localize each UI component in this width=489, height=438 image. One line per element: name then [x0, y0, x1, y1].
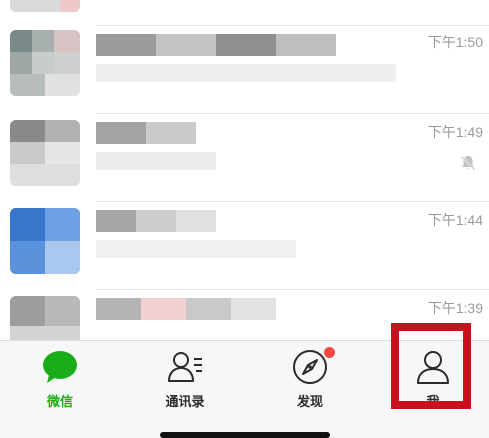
table-row[interactable]: 下午1:49 — [0, 114, 489, 202]
bell-off-icon — [460, 155, 476, 171]
tab-contacts[interactable]: 通讯录 — [135, 347, 235, 417]
avatar — [10, 0, 80, 12]
message-preview-blurred — [96, 152, 216, 170]
contact-name-blurred — [96, 210, 216, 232]
avatar — [10, 120, 80, 186]
chat-row-partial[interactable] — [0, 0, 489, 26]
tab-label: 通讯录 — [165, 394, 205, 409]
avatar — [10, 30, 80, 96]
tab-label: 发现 — [296, 394, 323, 409]
message-preview-blurred — [96, 64, 396, 82]
home-indicator[interactable] — [160, 432, 330, 438]
tab-label: 微信 — [46, 394, 73, 409]
chat-time: 下午1:49 — [427, 124, 483, 140]
contact-name-blurred — [96, 34, 336, 56]
table-row[interactable]: 下午1:50 — [0, 26, 489, 114]
chat-time: 下午1:44 — [427, 212, 483, 228]
contact-name-blurred — [96, 122, 196, 144]
chat-list: 下午1:50 下午1:49 下午1:44 下午1:39 — [0, 0, 489, 362]
table-row[interactable]: 下午1:44 — [0, 202, 489, 290]
avatar — [10, 208, 80, 274]
message-preview-blurred — [96, 240, 296, 258]
wechat-screen: 下午1:50 下午1:49 下午1:44 下午1:39 微信 通讯录 发现 我 — [0, 0, 489, 438]
contacts-icon — [168, 352, 202, 382]
tab-discover[interactable]: 发现 — [260, 347, 360, 417]
badge-dot — [324, 347, 335, 358]
chat-time: 下午1:39 — [427, 300, 483, 316]
chat-bubble-icon — [43, 351, 77, 383]
highlight-box — [391, 323, 471, 409]
chat-time: 下午1:50 — [427, 34, 483, 50]
tab-chats[interactable]: 微信 — [10, 347, 110, 417]
contact-name-blurred — [96, 298, 276, 320]
